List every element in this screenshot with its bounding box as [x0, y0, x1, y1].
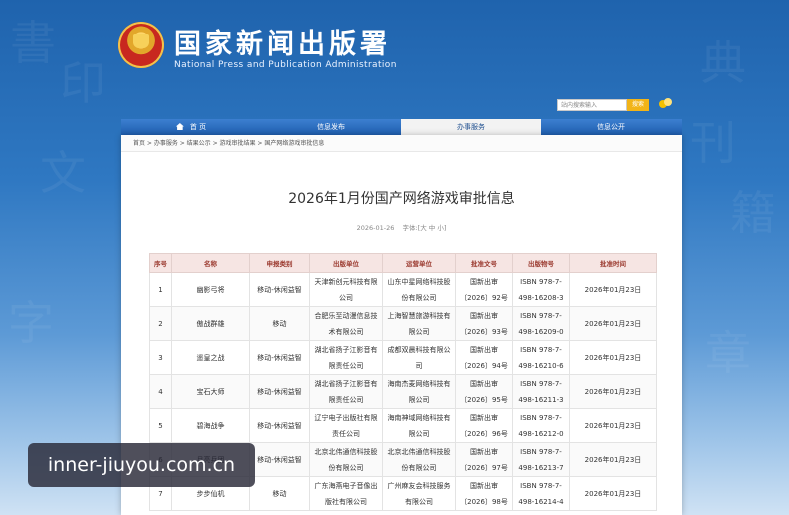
approval-number-cell: 国新出审〔2026〕98号 [455, 476, 513, 511]
game-name-cell: 遥皇之战 [171, 340, 250, 375]
approval-number-cell: 国新出审〔2026〕92号 [455, 272, 513, 307]
category-cell: 移动 [249, 476, 310, 511]
operator-cell: 山东中星网络科技股份有限公司 [382, 272, 456, 307]
row-number-cell: 1 [149, 272, 172, 307]
game-name-cell: 幽影弓将 [171, 272, 250, 307]
category-cell: 移动-休闲益智 [249, 272, 310, 307]
category-cell: 移动-休闲益智 [249, 374, 310, 409]
game-name-cell: 傲战群雄 [171, 306, 250, 341]
category-cell: 移动 [249, 306, 310, 341]
column-header: 出版物号 [512, 253, 570, 273]
isbn-cell: ISBN 978-7-498-16211-3 [512, 374, 570, 409]
operator-cell: 上海智慧旅游科技有限公司 [382, 306, 456, 341]
main-nav: 首 页 信息发布 办事服务 信息公开 [121, 119, 682, 135]
site-header: 国家新闻出版署 National Press and Publication A… [118, 20, 678, 80]
nav-item-info-disclosure[interactable]: 信息公开 [541, 119, 681, 135]
table-row: 4 宝石大师 移动-休闲益智 湖北省扬子江影音有限责任公司 海南杰麦网络科技有限公司 国新… [149, 374, 657, 409]
category-cell: 移动-休闲益智 [249, 340, 310, 375]
column-header: 批准文号 [455, 253, 513, 273]
table-row: 2 傲战群雄 移动 合肥乐至动漫信息技术有限公司 上海智慧旅游科技有限公司 国新出审〔20… [149, 306, 657, 341]
nav-item-label: 首 页 [189, 123, 207, 131]
publisher-cell: 天津新创元科技有限公司 [309, 272, 383, 307]
category-cell: 移动-休闲益智 [249, 442, 310, 477]
row-number-cell: 3 [149, 340, 172, 375]
article-meta: 2026-01-26 字体:[大 中 小] [121, 222, 682, 232]
column-header: 申报类别 [249, 253, 310, 273]
approval-number-cell: 国新出审〔2026〕95号 [455, 374, 513, 409]
isbn-cell: ISBN 978-7-498-16209-0 [512, 306, 570, 341]
site-title: 国家新闻出版署 [174, 29, 391, 60]
nav-item-services[interactable]: 办事服务 [401, 119, 541, 135]
operator-cell: 北京北伟通信科技股份有限公司 [382, 442, 456, 477]
approval-number-cell: 国新出审〔2026〕94号 [455, 340, 513, 375]
publisher-cell: 湖北省扬子江影音有限责任公司 [309, 374, 383, 409]
column-header: 名称 [171, 253, 250, 273]
row-number-cell: 2 [149, 306, 172, 341]
approval-date-cell: 2026年01月23日 [569, 306, 657, 341]
column-header: 出版单位 [309, 253, 383, 273]
approval-date-cell: 2026年01月23日 [569, 374, 657, 409]
approval-number-cell: 国新出审〔2026〕93号 [455, 306, 513, 341]
isbn-cell: ISBN 978-7-498-16212-0 [512, 408, 570, 443]
operator-cell: 海南杰麦网络科技有限公司 [382, 374, 456, 409]
approval-date-cell: 2026年01月23日 [569, 442, 657, 477]
publisher-cell: 合肥乐至动漫信息技术有限公司 [309, 306, 383, 341]
chat-bubble-icon[interactable] [659, 98, 673, 110]
operator-cell: 广州麻友会科技服务有限公司 [382, 476, 456, 511]
column-header: 序号 [149, 253, 172, 273]
nav-item-label: 信息发布 [317, 123, 345, 131]
nav-item-label: 办事服务 [457, 123, 485, 131]
column-header: 批准时间 [569, 253, 657, 273]
game-name-cell: 宝石大师 [171, 374, 250, 409]
breadcrumb: 首页 > 办事服务 > 结果公示 > 游戏审批结果 > 国产网络游戏审批信息 [121, 135, 682, 152]
game-name-cell: 碧海战争 [171, 408, 250, 443]
table-row: 1 幽影弓将 移动-休闲益智 天津新创元科技有限公司 山东中星网络科技股份有限公司 国新出… [149, 272, 657, 307]
page-title: 2026年1月份国产网络游戏审批信息 [288, 191, 515, 207]
row-number-cell: 4 [149, 374, 172, 409]
site-subtitle: National Press and Publication Administr… [174, 60, 397, 70]
publish-date: 2026-01-26 [356, 224, 395, 232]
isbn-cell: ISBN 978-7-498-16208-3 [512, 272, 570, 307]
publisher-cell: 北京北伟通信科技股份有限公司 [309, 442, 383, 477]
approval-number-cell: 国新出审〔2026〕97号 [455, 442, 513, 477]
nav-item-home[interactable]: 首 页 [121, 119, 261, 135]
publisher-cell: 辽宁电子出版社有限责任公司 [309, 408, 383, 443]
isbn-cell: ISBN 978-7-498-16214-4 [512, 476, 570, 511]
publisher-cell: 广东海燕电子音像出版社有限公司 [309, 476, 383, 511]
nav-item-label: 信息公开 [597, 123, 625, 131]
isbn-cell: ISBN 978-7-498-16213-7 [512, 442, 570, 477]
search-button[interactable]: 搜索 [627, 99, 649, 111]
font-size-switch[interactable]: 字体:[大 中 小] [402, 224, 446, 232]
column-header: 运营单位 [382, 253, 456, 273]
table-row: 5 碧海战争 移动-休闲益智 辽宁电子出版社有限责任公司 海南神域网络科技有限公司 国新出… [149, 408, 657, 443]
row-number-cell: 5 [149, 408, 172, 443]
operator-cell: 海南神域网络科技有限公司 [382, 408, 456, 443]
approval-date-cell: 2026年01月23日 [569, 340, 657, 375]
operator-cell: 成都双晨科技有限公司 [382, 340, 456, 375]
nav-item-info-release[interactable]: 信息发布 [261, 119, 401, 135]
publisher-cell: 湖北省扬子江影音有限责任公司 [309, 340, 383, 375]
approval-date-cell: 2026年01月23日 [569, 476, 657, 511]
watermark: inner-jiuyou.com.cn [28, 443, 255, 487]
table-row: 3 遥皇之战 移动-休闲益智 湖北省扬子江影音有限责任公司 成都双晨科技有限公司 国新出审… [149, 340, 657, 375]
national-emblem-icon [118, 22, 164, 68]
approval-date-cell: 2026年01月23日 [569, 408, 657, 443]
home-icon [175, 123, 184, 130]
search-input[interactable]: 站内搜索输入 [557, 99, 627, 111]
table-header-row: 序号 名称 申报类别 出版单位 运营单位 批准文号 出版物号 批准时间 [149, 253, 657, 273]
isbn-cell: ISBN 978-7-498-16210-6 [512, 340, 570, 375]
approval-date-cell: 2026年01月23日 [569, 272, 657, 307]
category-cell: 移动-休闲益智 [249, 408, 310, 443]
approval-number-cell: 国新出审〔2026〕96号 [455, 408, 513, 443]
